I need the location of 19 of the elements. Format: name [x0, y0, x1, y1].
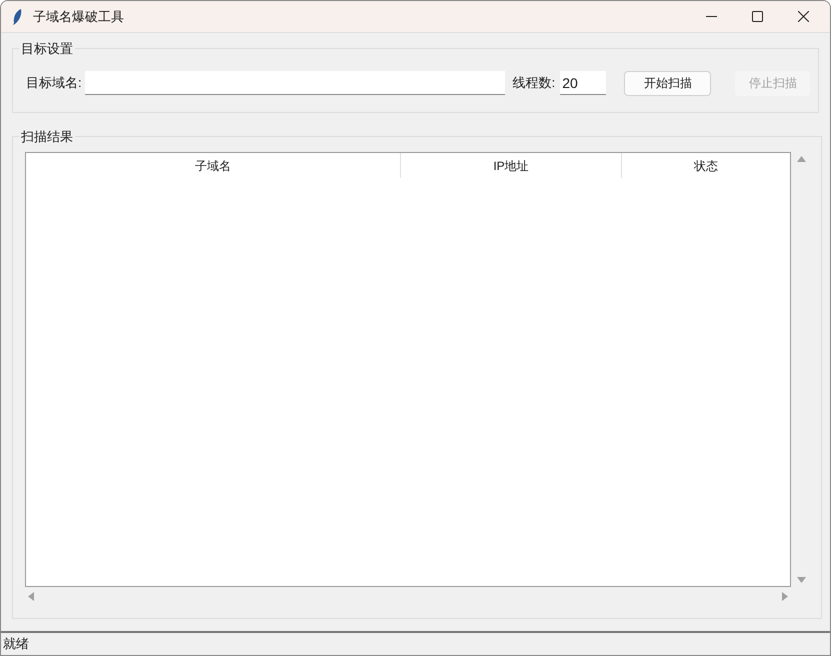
scroll-left-icon[interactable]: [28, 592, 34, 601]
group-title: 扫描结果: [20, 128, 74, 146]
scan-button[interactable]: 开始扫描: [624, 70, 712, 96]
threads-input[interactable]: 20: [560, 71, 606, 95]
scroll-down-icon[interactable]: [796, 577, 806, 583]
scroll-up-icon[interactable]: [796, 156, 806, 162]
close-icon: [798, 11, 808, 22]
domain-label: 目标域名:: [26, 74, 82, 92]
column-header[interactable]: IP地址: [401, 153, 622, 178]
threads-label: 线程数:: [512, 74, 556, 92]
column-header[interactable]: 子域名: [26, 153, 401, 178]
window-title: 子域名爆破工具: [33, 8, 124, 26]
scroll-right-icon[interactable]: [782, 592, 788, 601]
domain-input[interactable]: [84, 71, 505, 95]
column-header[interactable]: 状态: [622, 153, 790, 178]
status-text: 就绪: [3, 635, 29, 654]
maximize-icon: [752, 11, 762, 22]
group-title: 目标设置: [20, 40, 74, 58]
feather-icon: [12, 8, 22, 24]
